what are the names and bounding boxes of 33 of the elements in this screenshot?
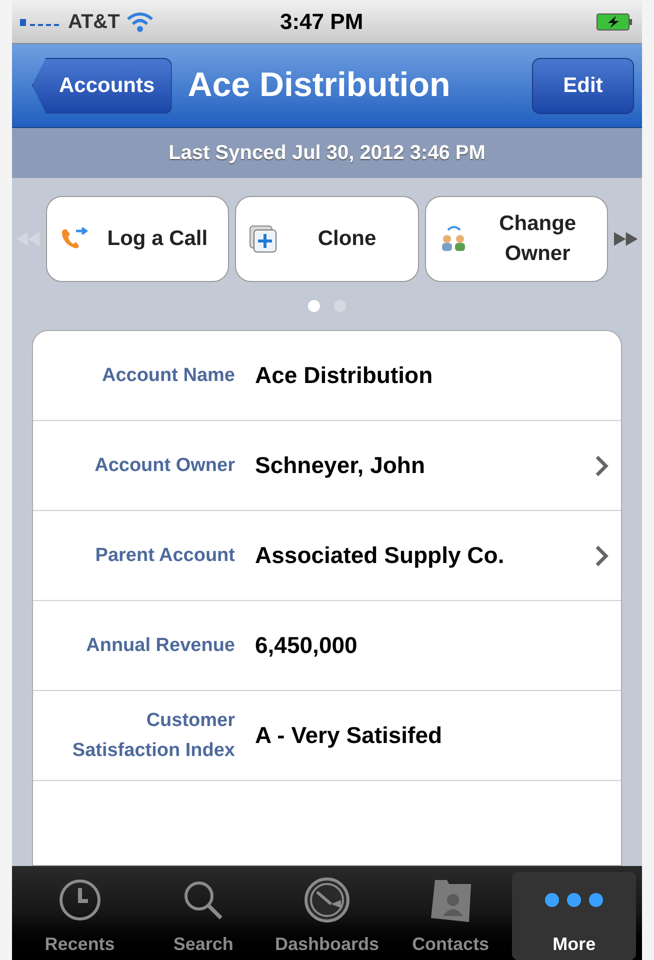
status-time: 3:47 PM	[280, 8, 364, 36]
tab-item[interactable]: Search	[142, 872, 266, 960]
plus-square-icon	[248, 224, 278, 254]
field-value: 6,450,000	[255, 631, 358, 660]
tab-item[interactable]: Dashboards	[265, 872, 389, 960]
field-label: Customer Satisfaction Index	[71, 708, 235, 762]
signal-icon	[20, 16, 62, 26]
carrier-name: AT&T	[68, 10, 120, 34]
field-label: Parent Account	[94, 544, 235, 568]
chevron-right-icon[interactable]	[595, 454, 609, 476]
field-value: Schneyer, John	[255, 451, 426, 480]
clock-icon	[58, 878, 102, 922]
action-button[interactable]: Change Owner	[424, 196, 608, 282]
tab-item[interactable]: Recents	[18, 872, 142, 960]
field-value: A - Very Satisifed	[255, 721, 444, 750]
action-button[interactable]: Log a Call	[46, 196, 230, 282]
tab-item[interactable]: More	[512, 872, 636, 960]
edit-button[interactable]: Edit	[532, 58, 634, 114]
back-button[interactable]: Accounts	[32, 58, 172, 114]
field-value: Associated Supply Co.	[255, 541, 506, 570]
chevron-right-icon[interactable]	[595, 544, 609, 566]
page-title: Ace Distribution	[188, 65, 450, 106]
gauge-icon	[302, 876, 351, 924]
action-button[interactable]: Clone	[235, 196, 419, 282]
sync-banner: Last Synced Jul 30, 2012 3:46 PM	[12, 128, 642, 178]
wifi-icon	[126, 10, 154, 32]
tab-item[interactable]: Contacts	[388, 872, 512, 960]
battery-charging-icon	[596, 12, 634, 30]
field-label: Annual Revenue	[85, 634, 235, 658]
field-label: Account Name	[100, 364, 235, 388]
scroll-right-icon	[614, 232, 638, 246]
field-value: Ace Distribution	[255, 361, 434, 390]
field-label: Account Owner	[94, 454, 235, 478]
